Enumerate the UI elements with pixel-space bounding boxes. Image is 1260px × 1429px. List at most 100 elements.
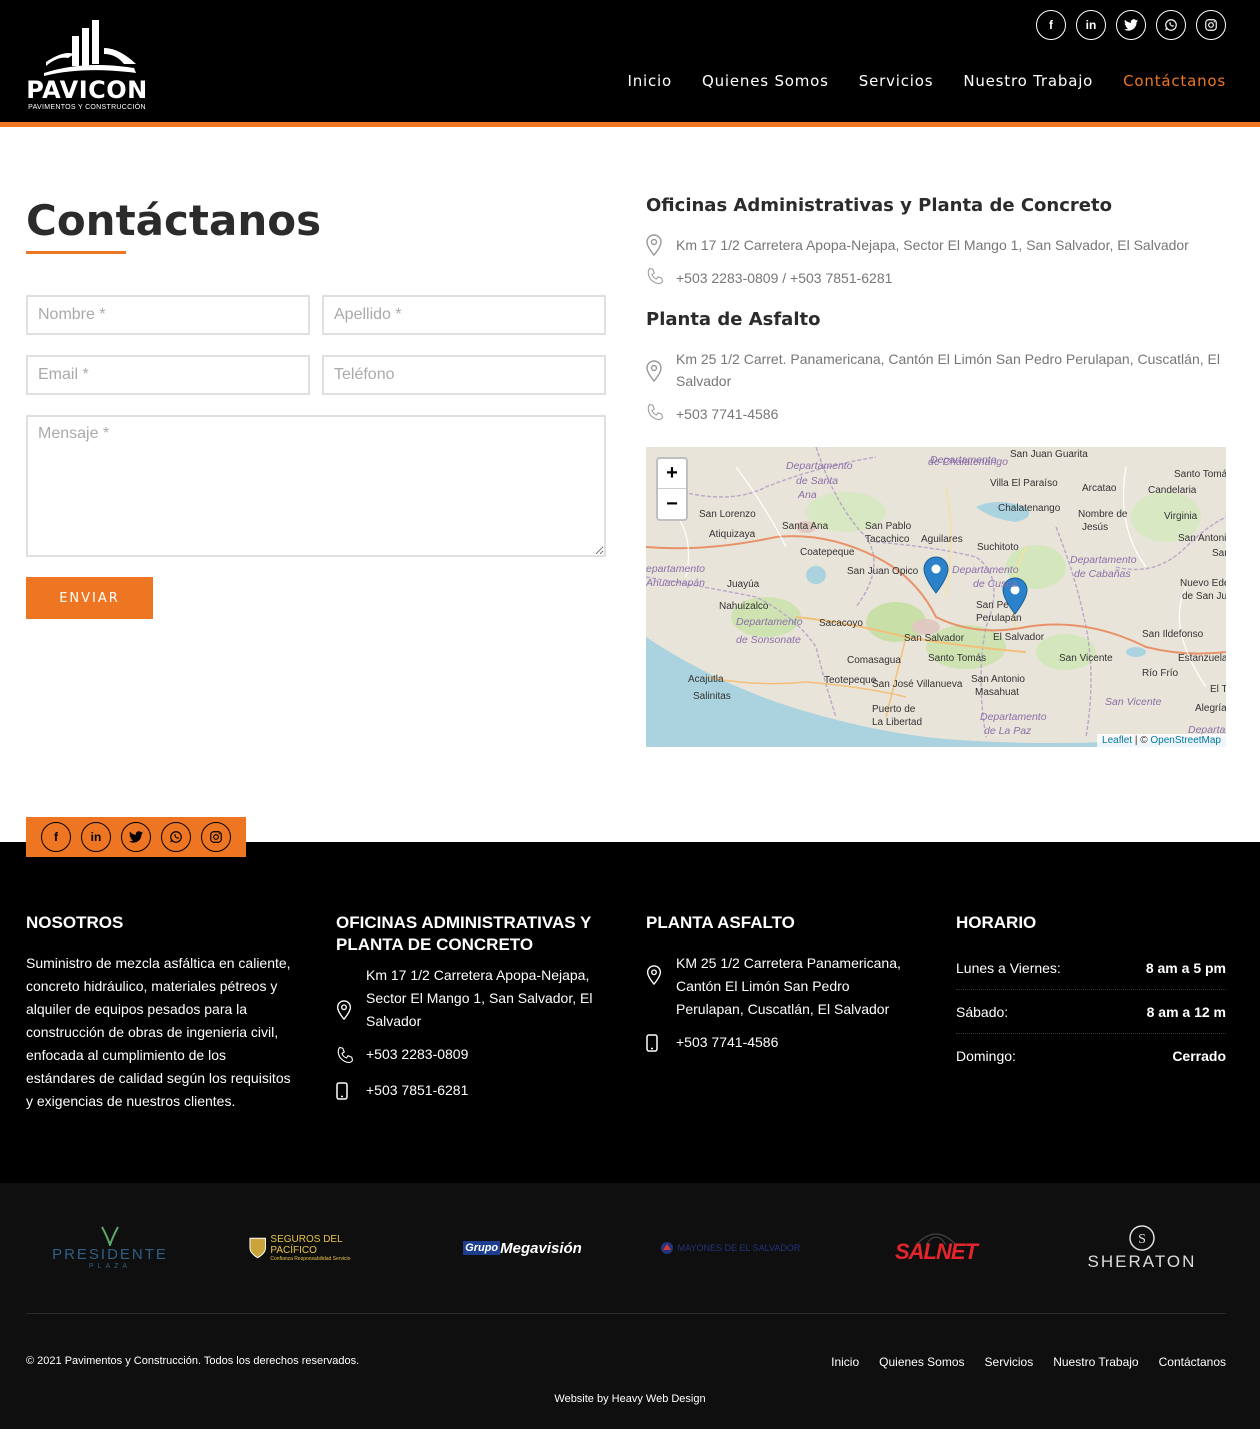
- office-address: Km 17 1/2 Carretera Apopa-Nejapa, Sector…: [646, 234, 1189, 261]
- site-footer: NOSOTROS Suministro de mezcla asfáltica …: [0, 842, 1260, 1183]
- main-nav: Inicio Quienes Somos Servicios Nuestro T…: [628, 72, 1226, 90]
- map-label: San Pablo: [865, 521, 912, 532]
- twitter-icon[interactable]: [121, 822, 151, 852]
- nav-servicios[interactable]: Servicios: [859, 72, 934, 90]
- map-label: San: [1212, 548, 1226, 559]
- map-label: de La Paz: [984, 725, 1032, 737]
- logo-buildings-icon: [44, 20, 136, 76]
- map-label: Nombre de: [1078, 509, 1128, 520]
- partner-logo-sheraton: S SHERATON: [1080, 1223, 1204, 1273]
- map-label: Candelaria: [1148, 485, 1197, 496]
- whatsapp-icon[interactable]: [1156, 10, 1186, 40]
- partner-name-b: Megavisión: [500, 1239, 582, 1257]
- hours-row: Sábado: 8 am a 12 m: [956, 990, 1226, 1034]
- svg-text:S: S: [1138, 1232, 1146, 1247]
- footer-horario: HORARIO Lunes a Viernes: 8 am a 5 pm Sáb…: [956, 912, 1226, 1078]
- office-phone-text: +503 2283-0809 / +503 7851-6281: [676, 270, 893, 286]
- hours-time: 8 am a 12 m: [1146, 1003, 1226, 1020]
- email-field[interactable]: [26, 355, 310, 395]
- footer-heading: NOSOTROS: [26, 913, 124, 932]
- leaflet-link[interactable]: Leaflet: [1102, 735, 1132, 746]
- footer-social-links: f in: [26, 817, 246, 857]
- telefono-field[interactable]: [322, 355, 606, 395]
- nav-inicio[interactable]: Inicio: [628, 72, 673, 90]
- map-label: Comasagua: [847, 655, 901, 666]
- map-label: de Chalatenango: [928, 456, 1008, 468]
- footer-nav-quienes-somos[interactable]: Quienes Somos: [879, 1355, 964, 1369]
- partner-logo-presidente: PRESIDENTE PLAZA: [50, 1223, 170, 1273]
- map-label: Departamento: [980, 711, 1047, 723]
- emblem-icon: [660, 1242, 673, 1254]
- logo-wordmark: PAVICON: [26, 76, 148, 104]
- facebook-icon[interactable]: f: [41, 822, 71, 852]
- footer-planta: PLANTA ASFALTO KM 25 1/2 Carretera Panam…: [646, 912, 921, 1057]
- phone-icon: [646, 403, 676, 426]
- site-credit[interactable]: Website by Heavy Web Design: [0, 1393, 1260, 1405]
- map-label: Ana: [797, 489, 817, 501]
- partner-sub: Confianza Responsabilidad Servicio: [270, 1256, 351, 1262]
- map-label: San Juan Opico: [847, 566, 919, 577]
- footer-phone: +503 2283-0809: [336, 1043, 606, 1069]
- map-label: Departamento: [786, 460, 853, 472]
- twitter-icon[interactable]: [1116, 10, 1146, 40]
- nav-nuestro-trabajo[interactable]: Nuestro Trabajo: [963, 72, 1093, 90]
- footer-nav-contactanos[interactable]: Contáctanos: [1159, 1355, 1226, 1369]
- map-label: Río Frío: [1142, 668, 1179, 679]
- enviar-button[interactable]: ENVIAR: [26, 577, 153, 619]
- map-label: Estanzuela: [1178, 653, 1226, 664]
- nav-quienes-somos[interactable]: Quienes Somos: [702, 72, 829, 90]
- site-header: PAVICON PAVIMENTOS Y CONSTRUCCIÓN f in I…: [0, 0, 1260, 127]
- nav-contactanos[interactable]: Contáctanos: [1123, 72, 1226, 90]
- logo-tagline: PAVIMENTOS Y CONSTRUCCIÓN: [28, 104, 146, 111]
- instagram-icon[interactable]: [201, 822, 231, 852]
- phone-icon: [646, 267, 676, 290]
- map-label: San Ildefonso: [1142, 629, 1204, 640]
- apellido-field[interactable]: [322, 295, 606, 335]
- map-label: Atiquizaya: [709, 529, 756, 540]
- map-pin-icon: [646, 348, 676, 387]
- whatsapp-icon[interactable]: [161, 822, 191, 852]
- location-map[interactable]: Departamento de Santa Ana Departamento de Ch…: [646, 447, 1226, 747]
- mensaje-field[interactable]: [26, 415, 606, 557]
- header-social-links: f in: [1036, 10, 1226, 40]
- map-label: Acajutla: [688, 674, 724, 685]
- map-label: Sacacoyo: [819, 618, 863, 629]
- osm-link[interactable]: OpenStreetMap: [1150, 735, 1221, 746]
- linkedin-icon[interactable]: in: [1076, 10, 1106, 40]
- footer-nosotros: NOSOTROS Suministro de mezcla asfáltica …: [26, 912, 298, 1113]
- footer-heading: PLANTA ASFALTO: [646, 913, 795, 932]
- footer-nav-servicios[interactable]: Servicios: [985, 1355, 1034, 1369]
- map-label: Departamento: [736, 616, 803, 628]
- map-label: de Cabañas: [1074, 568, 1131, 580]
- footer-plant-address-text: KM 25 1/2 Carretera Panamericana, Cantón…: [676, 955, 901, 1017]
- partner-name: SALNET: [895, 1239, 978, 1264]
- map-label: Teotepeque: [824, 675, 877, 686]
- zoom-in-button[interactable]: +: [658, 459, 686, 489]
- hours-day: Sábado:: [956, 1003, 1009, 1020]
- partner-name: SEGUROS DEL PACÍFICO: [270, 1234, 343, 1256]
- plant-phone: +503 7741-4586: [646, 403, 778, 426]
- plant-heading: Planta de Asfalto: [646, 309, 821, 330]
- footer-nav: Inicio Quienes Somos Servicios Nuestro T…: [831, 1355, 1226, 1369]
- footer-nav-nuestro-trabajo[interactable]: Nuestro Trabajo: [1053, 1355, 1138, 1369]
- footer-oficinas: OFICINAS ADMINISTRATIVAS Y PLANTA DE CON…: [336, 912, 606, 1105]
- footer-address-text: Km 17 1/2 Carretera Apopa-Nejapa, Sector…: [366, 967, 593, 1029]
- footer-nav-inicio[interactable]: Inicio: [831, 1355, 859, 1369]
- map-label: de Cusca: [973, 578, 1018, 590]
- zoom-out-button[interactable]: −: [658, 489, 686, 519]
- partner-logo-megavision: Grupo Megavisión: [455, 1223, 590, 1273]
- office-heading: Oficinas Administrativas y Planta de Con…: [646, 195, 1112, 216]
- map-label: Nahuizalco: [719, 601, 769, 612]
- map-label: Departamento: [952, 564, 1019, 576]
- hours-day: Lunes a Viernes:: [956, 959, 1061, 976]
- hours-time: 8 am a 5 pm: [1145, 959, 1226, 976]
- map-label: Departamento: [1070, 554, 1137, 566]
- facebook-icon[interactable]: f: [1036, 10, 1066, 40]
- nombre-field[interactable]: [26, 295, 310, 335]
- logo[interactable]: PAVICON PAVIMENTOS Y CONSTRUCCIÓN: [24, 18, 150, 114]
- instagram-icon[interactable]: [1196, 10, 1226, 40]
- linkedin-icon[interactable]: in: [81, 822, 111, 852]
- partner-sub: PLAZA: [88, 1263, 132, 1270]
- page-title: Contáctanos: [26, 196, 322, 245]
- partners-strip: PRESIDENTE PLAZA SEGUROS DEL PACÍFICO Co…: [0, 1183, 1260, 1429]
